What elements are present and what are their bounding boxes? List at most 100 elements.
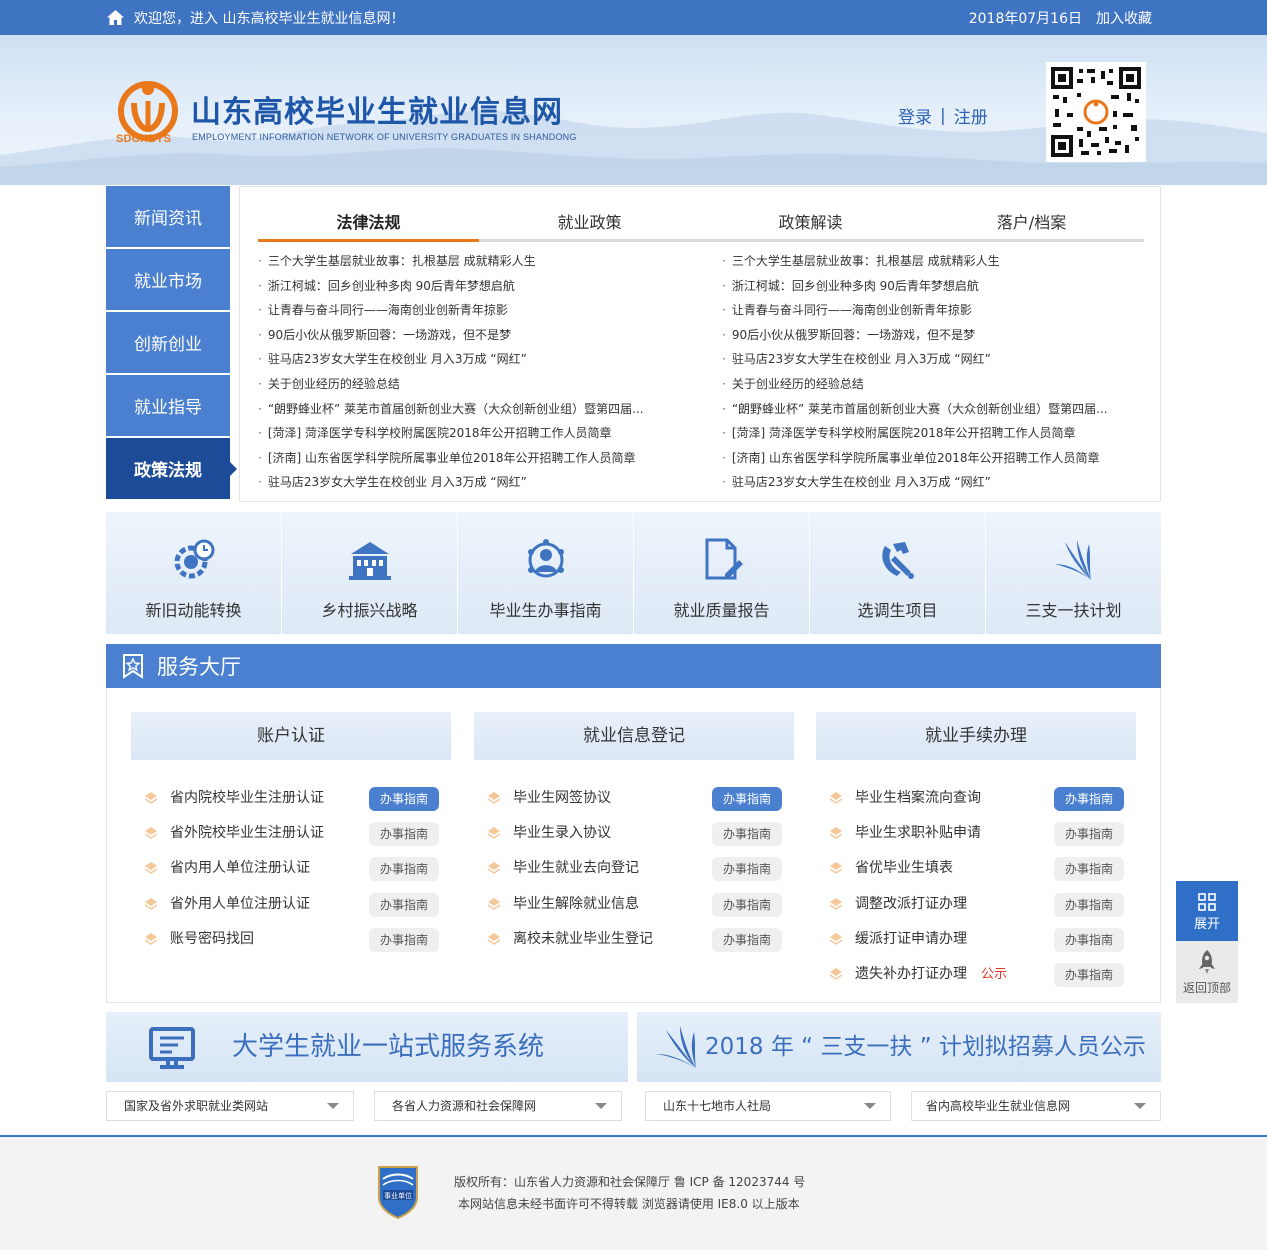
service-hall-title: 服务大厅 (157, 655, 241, 679)
public-institution-badge-icon[interactable]: 事业单位 (375, 1163, 421, 1219)
auth-links: 登录 | 注册 (898, 103, 988, 129)
guide-button[interactable]: 办事指南 (369, 927, 439, 952)
diamond-bullet-icon (145, 897, 157, 910)
news-item[interactable]: · 关于创业经历的经验总结 (258, 372, 698, 397)
service-link[interactable]: 毕业生录入协议 (513, 816, 611, 851)
building-icon (348, 542, 391, 580)
sidenav-item-innovation[interactable]: 创新创业 (106, 312, 230, 373)
guide-button[interactable]: 办事指南 (712, 857, 782, 882)
news-item[interactable]: · 驻马店23岁女大学生在校创业 月入3万成 “网红” (722, 347, 1162, 372)
service-link[interactable]: 省外院校毕业生注册认证 (170, 816, 324, 851)
diamond-bullet-icon (488, 862, 500, 875)
provincial-hrss-select[interactable]: 各省人力资源和社会保障网 (374, 1091, 622, 1121)
news-item[interactable]: · 让青春与奋斗同行——海南创业创新青年掠影 (722, 298, 1162, 323)
diamond-bullet-icon (488, 827, 500, 840)
news-item[interactable]: · 驻马店23岁女大学生在校创业 月入3万成 “网红” (722, 470, 1162, 495)
news-item[interactable]: · 三个大学生基层就业故事：扎根基层 成就精彩人生 (258, 249, 698, 274)
quick-link-energy-conversion[interactable]: 新旧动能转换 (106, 512, 282, 634)
diamond-bullet-icon (145, 792, 157, 804)
gear-clock-icon (174, 539, 214, 579)
login-link[interactable]: 登录 (898, 103, 932, 128)
leaf-fan-icon (1054, 540, 1091, 580)
guide-button[interactable]: 办事指南 (1054, 962, 1124, 987)
service-link[interactable]: 省优毕业生填表 (855, 851, 953, 886)
news-item[interactable]: · 驻马店23岁女大学生在校创业 月入3万成 “网红” (258, 347, 698, 372)
tab-household-archives[interactable]: 落户/档案 (921, 203, 1142, 239)
service-link[interactable]: 账号密码找回 (170, 922, 254, 957)
quick-link-rural-revitalization[interactable]: 乡村振兴战略 (282, 512, 458, 634)
quick-link-label: 三支一扶计划 (1025, 601, 1122, 620)
sidenav-item-news[interactable]: 新闻资讯 (106, 186, 230, 247)
news-item[interactable]: · 关于创业经历的经验总结 (722, 372, 1162, 397)
guide-button[interactable]: 办事指南 (369, 787, 439, 811)
national-sites-select[interactable]: 国家及省外求职就业类网站 (106, 1091, 354, 1121)
guide-button[interactable]: 办事指南 (369, 892, 439, 917)
news-item[interactable]: · 驻马店23岁女大学生在校创业 月入3万成 “网红” (258, 470, 698, 495)
service-link[interactable]: 毕业生就业去向登记 (513, 851, 639, 886)
guide-button[interactable]: 办事指南 (369, 822, 439, 847)
service-row: 调整改派打证办理 办事指南 (816, 887, 1136, 922)
guide-button[interactable]: 办事指南 (369, 857, 439, 882)
home-icon[interactable] (106, 9, 125, 26)
sidenav-item-policy[interactable]: 政策法规 (106, 438, 237, 499)
news-item[interactable]: · 90后小伙从俄罗斯回蓉：一场游戏，但不是梦 (722, 323, 1162, 348)
notice-link[interactable]: 公示 (981, 967, 1007, 982)
tab-employment-policy[interactable]: 就业政策 (479, 203, 700, 239)
quick-link-three-supports[interactable]: 三支一扶计划 (986, 512, 1161, 634)
news-item[interactable]: · “朗野蜂业杯” 莱芜市首届创新创业大赛（大众创新创业组）暨第四届... (258, 397, 698, 422)
news-item[interactable]: · 让青春与奋斗同行——海南创业创新青年掠影 (258, 298, 698, 323)
news-item[interactable]: · [菏泽] 菏泽医学专科学校附属医院2018年公开招聘工作人员简章 (722, 421, 1162, 446)
add-favorite-link[interactable]: 加入收藏 (1096, 8, 1152, 28)
service-link[interactable]: 调整改派打证办理 (855, 887, 967, 922)
guide-button[interactable]: 办事指南 (712, 927, 782, 952)
back-to-top-button[interactable]: 返回顶部 (1176, 941, 1238, 1003)
tab-laws[interactable]: 法律法规 (258, 203, 479, 242)
news-item[interactable]: · “朗野蜂业杯” 莱芜市首届创新创业大赛（大众创新创业组）暨第四届... (722, 397, 1162, 422)
sidenav-item-guidance[interactable]: 就业指导 (106, 375, 230, 436)
guide-button[interactable]: 办事指南 (1054, 822, 1124, 847)
university-sites-select[interactable]: 省内高校毕业生就业信息网 (911, 1091, 1161, 1121)
service-row: 离校未就业毕业生登记 办事指南 (474, 922, 794, 957)
chevron-down-icon (327, 1103, 339, 1109)
expand-button[interactable]: 展开 (1176, 881, 1238, 941)
news-item[interactable]: · 浙江柯城：回乡创业种多肉 90后青年梦想启航 (258, 274, 698, 299)
news-item[interactable]: · [菏泽] 菏泽医学专科学校附属医院2018年公开招聘工作人员简章 (258, 421, 698, 446)
guide-button[interactable]: 办事指南 (1054, 787, 1124, 811)
guide-button[interactable]: 办事指南 (712, 822, 782, 847)
service-link[interactable]: 省内院校毕业生注册认证 (170, 781, 324, 816)
service-link[interactable]: 毕业生档案流向查询 (855, 781, 981, 816)
news-item[interactable]: · [济南] 山东省医学科学院所属事业单位2018年公开招聘工作人员简章 (258, 446, 698, 471)
city-hrss-select[interactable]: 山东十七地市人社局 (645, 1091, 891, 1121)
three-supports-notice-banner[interactable]: 2018 年 “ 三支一扶 ” 计划拟招募人员公示 (637, 1012, 1161, 1082)
tab-policy-interpretation[interactable]: 政策解读 (700, 203, 921, 239)
guide-button[interactable]: 办事指南 (1054, 892, 1124, 917)
guide-button[interactable]: 办事指南 (712, 787, 782, 811)
news-list-right: · 三个大学生基层就业故事：扎根基层 成就精彩人生 · 浙江柯城：回乡创业种多肉 9… (722, 249, 1162, 495)
quick-link-selected-graduates[interactable]: 选调生项目 (810, 512, 986, 634)
service-link[interactable]: 缓派打证申请办理 (855, 922, 967, 957)
service-link[interactable]: 遗失补办打证办理 公示 (855, 957, 1007, 992)
guide-button[interactable]: 办事指南 (1054, 927, 1124, 952)
news-item[interactable]: · 三个大学生基层就业故事：扎根基层 成就精彩人生 (722, 249, 1162, 274)
one-stop-service-banner[interactable]: 大学生就业一站式服务系统 (106, 1012, 628, 1082)
register-link[interactable]: 注册 (954, 103, 988, 128)
badge-text: 事业单位 (384, 1191, 412, 1200)
service-link[interactable]: 省内用人单位注册认证 (170, 851, 310, 886)
side-nav: 新闻资讯 就业市场 创新创业 就业指导 政策法规 (106, 186, 237, 501)
news-item[interactable]: · 90后小伙从俄罗斯回蓉：一场游戏，但不是梦 (258, 323, 698, 348)
service-link[interactable]: 离校未就业毕业生登记 (513, 922, 653, 957)
news-item[interactable]: · [济南] 山东省医学科学院所属事业单位2018年公开招聘工作人员简章 (722, 446, 1162, 471)
sidenav-item-market[interactable]: 就业市场 (106, 249, 230, 310)
quick-link-graduate-guide[interactable]: 毕业生办事指南 (458, 512, 634, 634)
rocket-icon (1199, 950, 1215, 974)
service-link[interactable]: 毕业生解除就业信息 (513, 887, 639, 922)
diamond-bullet-icon (830, 862, 842, 875)
guide-button[interactable]: 办事指南 (712, 892, 782, 917)
service-link[interactable]: 省外用人单位注册认证 (170, 887, 310, 922)
service-link[interactable]: 毕业生网签协议 (513, 781, 611, 816)
quick-link-quality-report[interactable]: 就业质量报告 (634, 512, 810, 634)
service-link[interactable]: 毕业生求职补贴申请 (855, 816, 981, 851)
document-edit-icon (705, 538, 743, 580)
guide-button[interactable]: 办事指南 (1054, 857, 1124, 882)
news-item[interactable]: · 浙江柯城：回乡创业种多肉 90后青年梦想启航 (722, 274, 1162, 299)
